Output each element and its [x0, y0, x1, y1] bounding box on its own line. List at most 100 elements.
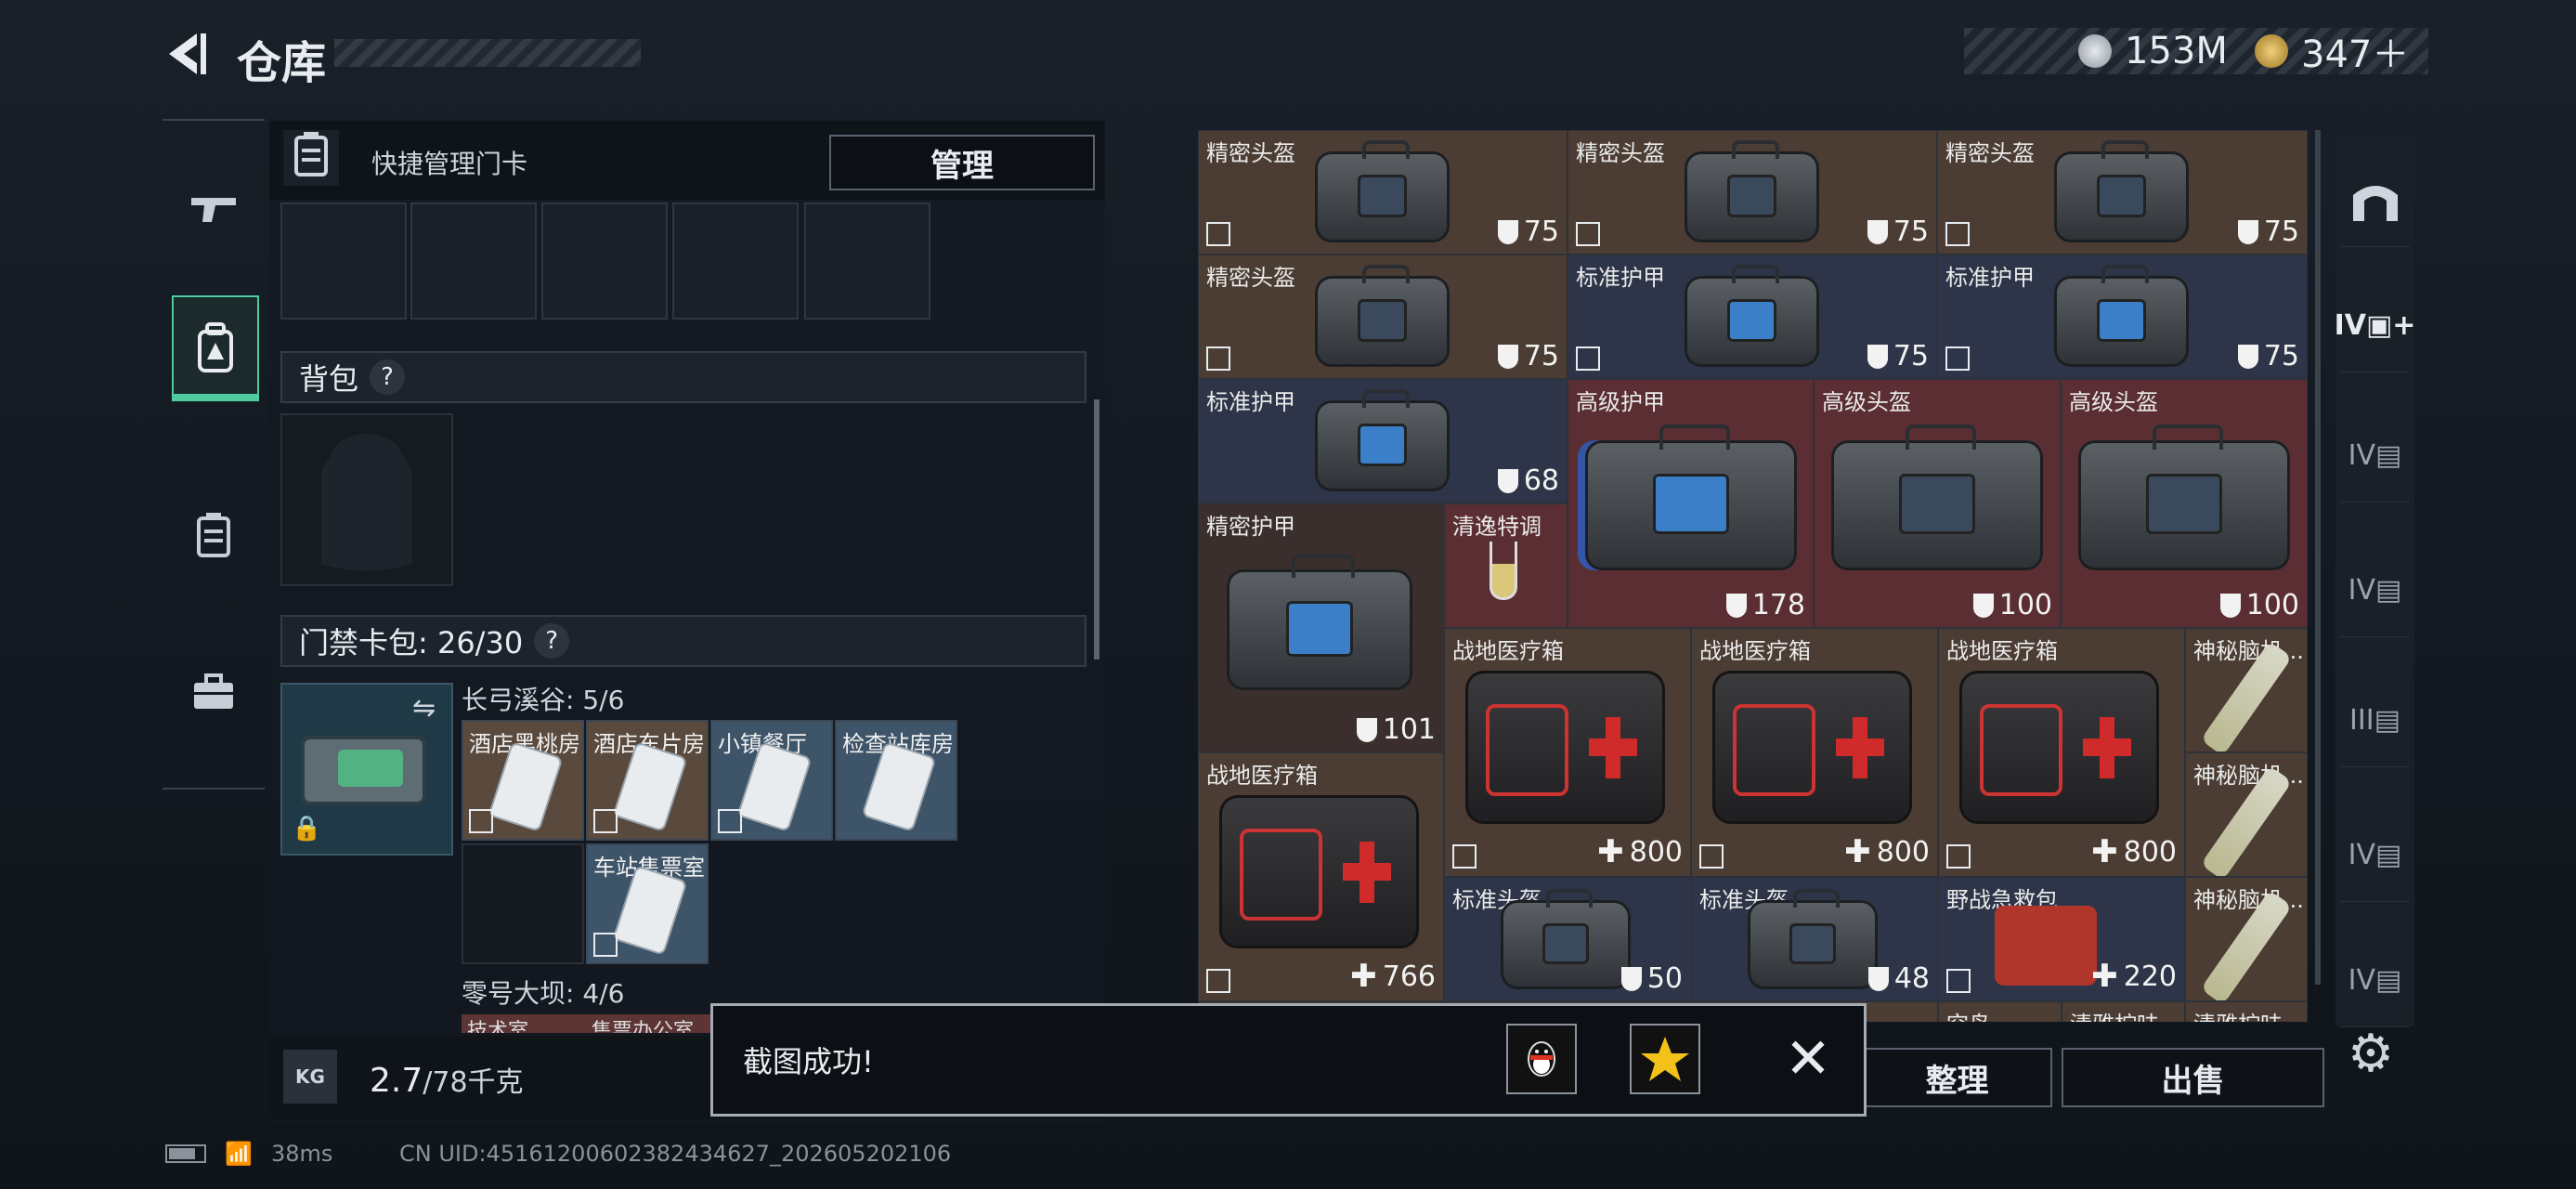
card-case-icon: [197, 513, 230, 557]
nav-card-case[interactable]: [172, 483, 255, 585]
keycard-item[interactable]: 酒店黑桃房: [462, 720, 584, 841]
nav-weapons[interactable]: [172, 158, 255, 260]
tab-storage-iv[interactable]: IV▤: [2340, 409, 2410, 503]
left-scrollbar[interactable]: [1094, 399, 1099, 660]
weight-icon: KG: [283, 1050, 337, 1104]
manage-button[interactable]: 管理: [829, 135, 1095, 190]
share-qzone-button[interactable]: [1630, 1024, 1700, 1094]
help-icon[interactable]: ?: [370, 359, 406, 395]
grid-item[interactable]: 精密头盔 75: [1568, 130, 1937, 255]
swap-icon[interactable]: ⇋: [412, 692, 436, 725]
keycard-item[interactable]: 检查站库房: [835, 720, 957, 841]
grid-item[interactable]: 神秘脑机...: [2185, 877, 2308, 1001]
weight-current: 2.7: [370, 1062, 423, 1100]
grid-item[interactable]: 野战急救包 ✚ 220: [1938, 877, 2185, 1001]
grid-item[interactable]: 标准护甲 75: [1568, 255, 1937, 379]
grid-item[interactable]: 精密头盔 75: [1198, 130, 1568, 255]
grid-item[interactable]: 战地医疗箱 ✚ 766: [1198, 752, 1444, 1001]
durability-icon: [1867, 966, 1889, 991]
heal-plus-icon: ✚: [1350, 958, 1377, 995]
item-value: 100: [1998, 589, 2052, 621]
group-longbow-label: 长弓溪谷: 5/6: [462, 685, 625, 715]
helmet-image: [1685, 140, 1819, 242]
grid-item[interactable]: 清雅柠味: [2185, 1001, 2308, 1022]
help-icon[interactable]: ?: [534, 623, 570, 659]
grid-item[interactable]: 高级头盔 100: [1814, 379, 2061, 628]
grid-item[interactable]: 标准护甲 75: [1937, 255, 2308, 379]
grid-item[interactable]: 战地医疗箱 ✚ 800: [1444, 628, 1691, 877]
helmet-image: [1315, 140, 1450, 242]
item-value: 220: [2123, 960, 2177, 993]
back-button[interactable]: [158, 26, 214, 82]
item-value: 800: [1629, 835, 1683, 869]
grid-item[interactable]: 战地医疗箱 ✚ 800: [1938, 628, 2185, 877]
case-icon: III▤: [2349, 703, 2400, 737]
grid-item[interactable]: 清逸特调: [1444, 503, 1568, 628]
currency-coin: 153M: [2078, 28, 2228, 74]
tab-storage-1[interactable]: [2340, 153, 2410, 247]
bound-tag-icon: [1452, 844, 1477, 869]
item-name: 精密护甲: [1206, 514, 1295, 540]
nav-backpack[interactable]: [172, 295, 259, 401]
medkit-image: [1465, 671, 1665, 824]
grid-item[interactable]: 战地医疗箱 ✚ 800: [1691, 628, 1938, 877]
keycard-case-slot[interactable]: ⇋ 🔒: [280, 683, 453, 856]
durability-icon: [1620, 966, 1642, 991]
tab-storage-iv[interactable]: IV▤: [2340, 543, 2410, 637]
item-name: 清逸特调: [1452, 514, 1542, 540]
grid-item[interactable]: 空岛: [1938, 1001, 2062, 1022]
bound-tag-icon: [1576, 346, 1600, 371]
storage-grid: 精密头盔 75 精密头盔 75 精密头盔 75 精密头盔 75 标准护甲 75 …: [1198, 130, 2308, 1022]
backpack-silhouette-icon: [321, 434, 412, 571]
triangle-coin-amount[interactable]: 347＋: [2301, 24, 2409, 78]
empty-keycard-slot[interactable]: [462, 843, 584, 964]
settings-gear-icon[interactable]: ⚙: [2338, 1022, 2403, 1087]
grid-item[interactable]: 精密护甲 101: [1198, 503, 1444, 752]
grid-item[interactable]: 精密头盔 75: [1937, 130, 2308, 255]
helmet-image: [1315, 265, 1450, 367]
grid-item[interactable]: 清雅柠味: [2062, 1001, 2185, 1022]
backpack-icon: [198, 322, 233, 372]
grid-item[interactable]: 标准头盔 50: [1444, 877, 1691, 1001]
quick-slot[interactable]: [410, 203, 537, 320]
keycard-item[interactable]: 小镇餐厅: [710, 720, 833, 841]
toolbox-icon: [194, 673, 233, 709]
quick-slot[interactable]: [804, 203, 930, 320]
quick-slot[interactable]: [541, 203, 668, 320]
grid-item[interactable]: 高级头盔 100: [2061, 379, 2308, 628]
item-name: 高级护甲: [1576, 389, 1665, 415]
grid-item[interactable]: 神秘脑机...: [2185, 628, 2308, 752]
bound-tag-icon: [593, 933, 618, 957]
grid-scrollbar[interactable]: [2315, 130, 2321, 985]
bound-tag-icon: [1699, 844, 1724, 869]
grid-item[interactable]: 标准头盔 48: [1691, 877, 1938, 1001]
quick-slot[interactable]: [672, 203, 799, 320]
keycard-item[interactable]: 车站售票室: [586, 843, 709, 964]
close-icon[interactable]: ✕: [1778, 1029, 1838, 1089]
grid-item[interactable]: 神秘脑机...: [2185, 752, 2308, 877]
grid-item[interactable]: 精密头盔 75: [1198, 255, 1568, 379]
tab-storage-iv[interactable]: IV▤: [2340, 808, 2410, 902]
keycard-item-partial[interactable]: 技术室: [462, 1014, 588, 1033]
armor-image: [2054, 265, 2189, 367]
bound-tag-icon: [1946, 969, 1971, 993]
share-qq-button[interactable]: [1506, 1024, 1577, 1094]
tab-add-storage[interactable]: IV▣+: [2335, 279, 2415, 372]
tab-storage-iv[interactable]: IV▤: [2340, 934, 2410, 1027]
medkit-image: [1959, 671, 2159, 824]
quick-slot[interactable]: [280, 203, 407, 320]
sell-button[interactable]: 出售: [2062, 1048, 2324, 1107]
item-name: 高级头盔: [1822, 389, 1911, 415]
currency-triangle: 347＋: [2255, 28, 2409, 76]
title-decoration: [334, 39, 641, 67]
backpack-slot[interactable]: [280, 413, 453, 586]
keycard-item-partial[interactable]: 售票办公室: [586, 1014, 712, 1033]
item-value: 75: [1523, 216, 1559, 248]
grid-item[interactable]: 标准护甲 68: [1198, 379, 1568, 503]
nav-toolbox[interactable]: [172, 641, 255, 743]
sort-button[interactable]: 整理: [1862, 1048, 2052, 1107]
keycard-item[interactable]: 酒店东片房: [586, 720, 709, 841]
durability-icon: [2219, 593, 2241, 618]
grid-item[interactable]: 高级护甲 178: [1568, 379, 1814, 628]
tab-storage-iii[interactable]: III▤: [2340, 673, 2410, 767]
